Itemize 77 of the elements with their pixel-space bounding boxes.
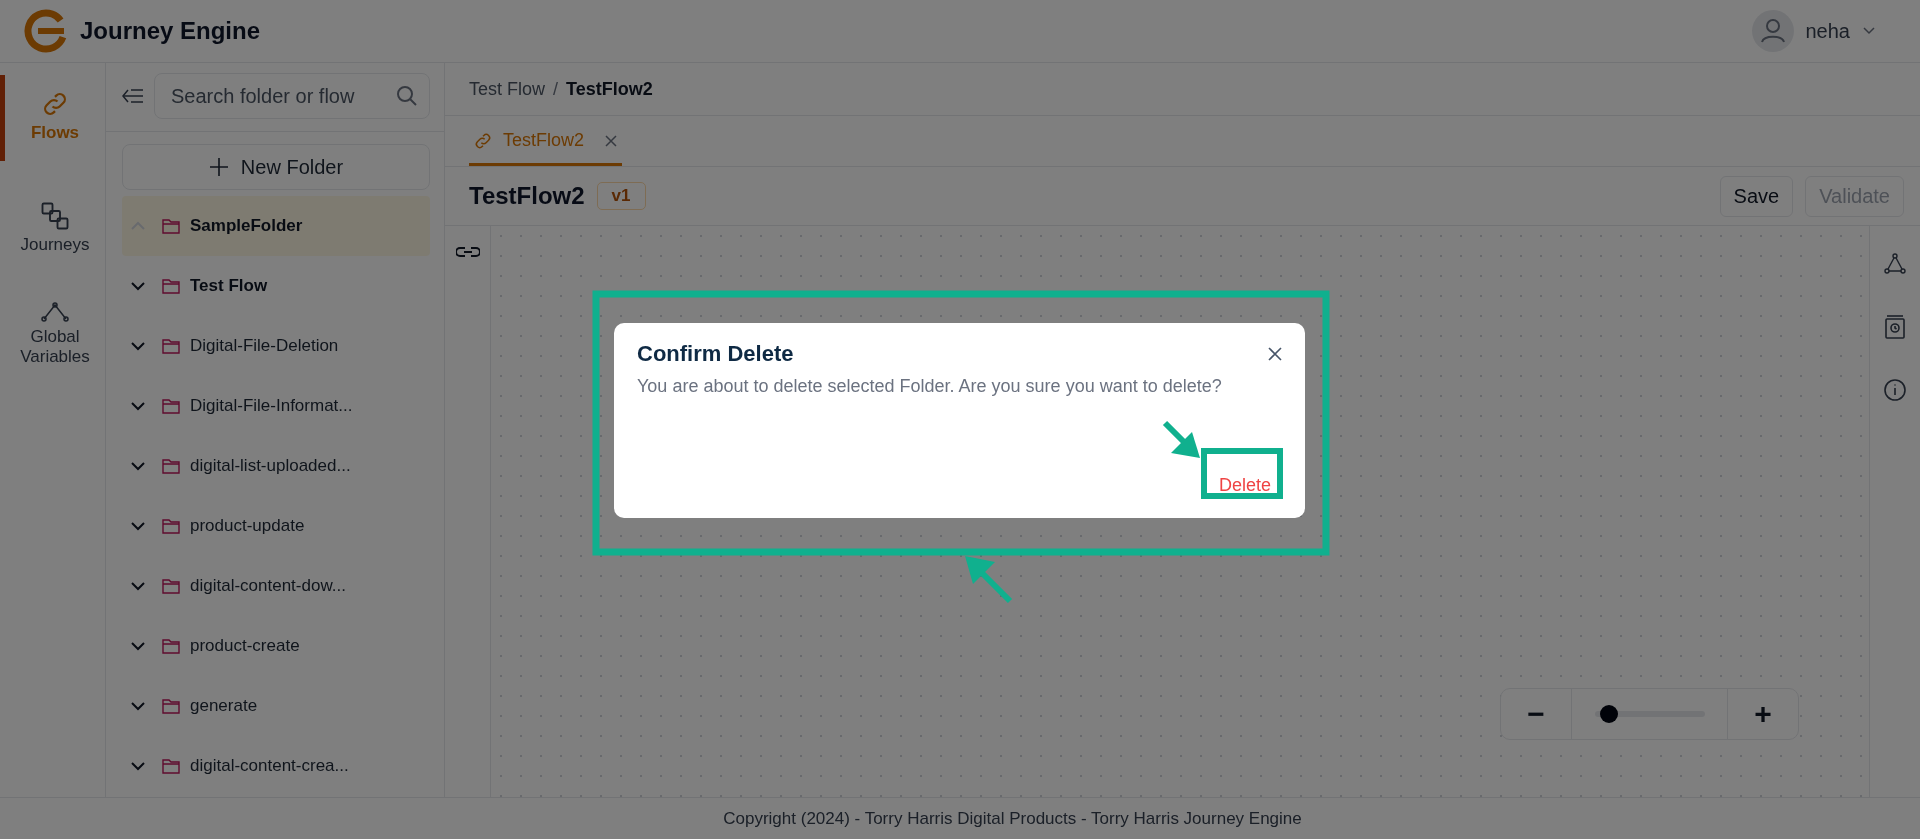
chevron-down-icon[interactable]: [130, 520, 146, 532]
folder-item[interactable]: Digital-File-Informat...: [122, 376, 430, 436]
flow-tab[interactable]: TestFlow2: [469, 130, 623, 166]
link-icon: [473, 130, 493, 151]
folder-item[interactable]: Digital-File-Deletion: [122, 316, 430, 376]
copyright-text: Copyright (2024) - Torry Harris Digital Products - Torry Harris Journey Engine: [723, 808, 1302, 829]
collapse-icon[interactable]: [122, 87, 144, 105]
folder-item[interactable]: digital-content-crea...: [122, 736, 430, 796]
arrow: [1162, 420, 1200, 458]
zoom-in-button[interactable]: +: [1728, 689, 1798, 739]
folder-item[interactable]: product-update: [122, 496, 430, 556]
chevron-down-icon[interactable]: [130, 580, 146, 592]
chevron-down-icon[interactable]: [130, 280, 146, 292]
chevron-down-icon[interactable]: [130, 760, 146, 772]
logo-icon: [24, 9, 68, 53]
breadcrumb-item[interactable]: TestFlow2: [566, 78, 653, 100]
info-icon[interactable]: [1883, 378, 1907, 402]
folder-icon: [162, 698, 180, 714]
folder-icon: [162, 398, 180, 414]
triangle-nodes-icon[interactable]: [1883, 252, 1907, 276]
plus-icon: [208, 157, 229, 177]
dialog-title: Confirm Delete: [637, 341, 794, 367]
avatar-icon[interactable]: [1751, 10, 1794, 52]
folder-name: Digital-File-Deletion: [190, 336, 339, 356]
user-name[interactable]: neha: [1805, 19, 1850, 43]
squares-icon: [40, 201, 70, 231]
folder-icon: [162, 458, 180, 474]
folder-item[interactable]: Test Flow: [122, 256, 430, 316]
app-name: Journey Engine: [80, 17, 261, 45]
folder-name: generate: [190, 696, 258, 716]
folder-name: digital-content-crea...: [190, 756, 349, 776]
folder-name: product-update: [190, 516, 305, 536]
history-icon[interactable]: [1883, 314, 1907, 340]
action-button[interactable]: Save: [1719, 175, 1794, 217]
search-icon: [396, 85, 418, 107]
dialog-message: You are about to delete selected Folder. Are you sure you want to delete?: [637, 375, 1223, 398]
folder-item[interactable]: product-create: [122, 616, 430, 676]
folder-icon: [162, 218, 180, 234]
chevron-down-icon[interactable]: [130, 700, 146, 712]
folder-icon: [162, 278, 180, 294]
chevron-down-icon[interactable]: [130, 460, 146, 472]
search-field[interactable]: Search folder or flow: [154, 73, 430, 119]
link-icon[interactable]: [455, 246, 480, 258]
nav-item[interactable]: Flows: [0, 75, 105, 161]
folder-icon: [162, 758, 180, 774]
slider-thumb[interactable]: [1599, 705, 1618, 723]
new-folder-button[interactable]: New Folder: [122, 144, 430, 190]
breadcrumb-item[interactable]: Test Flow: [469, 78, 546, 100]
folder-icon: [162, 638, 180, 654]
version-tag: v1: [596, 182, 646, 210]
zoom-out-button[interactable]: −: [1501, 689, 1571, 739]
folder-name: Test Flow: [190, 276, 268, 296]
zoom-slider[interactable]: [1594, 705, 1705, 723]
folder-name: digital-content-dow...: [190, 576, 346, 596]
folder-name: product-create: [190, 636, 300, 656]
delete-button[interactable]: Delete: [1212, 471, 1277, 500]
folder-name: Digital-File-Informat...: [190, 396, 353, 416]
folder-icon: [162, 518, 180, 534]
folder-name: SampleFolder: [190, 216, 303, 236]
arrow: [965, 556, 1013, 604]
folder-item[interactable]: digital-content-dow...: [122, 556, 430, 616]
folder-icon: [162, 338, 180, 354]
close-icon[interactable]: [1267, 346, 1283, 362]
chevron-down-icon[interactable]: [130, 640, 146, 652]
folder-item[interactable]: generate: [122, 676, 430, 736]
graph-icon: [40, 301, 70, 323]
folder-item[interactable]: digital-list-uploaded...: [122, 436, 430, 496]
chevron-down-icon[interactable]: [1862, 26, 1876, 36]
chevron-down-icon[interactable]: [130, 340, 146, 352]
flow-title: TestFlow2: [469, 182, 585, 210]
folder-name: digital-list-uploaded...: [190, 456, 351, 476]
folder-icon: [162, 578, 180, 594]
chevron-down-icon[interactable]: [130, 400, 146, 412]
nav-item[interactable]: Global Variables: [0, 295, 105, 373]
nav-item[interactable]: Journeys: [0, 195, 105, 261]
breadcrumb-separator: /: [553, 78, 559, 100]
folder-item[interactable]: SampleFolder: [122, 196, 430, 256]
